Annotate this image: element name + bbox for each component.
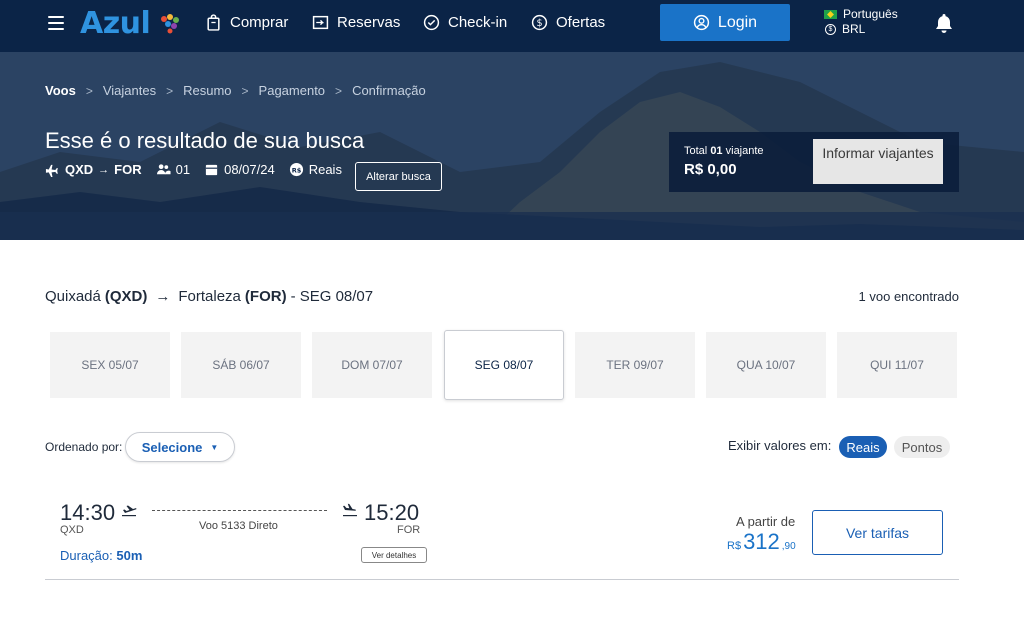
currency-label: BRL — [842, 22, 866, 36]
destination-city: Fortaleza — [178, 288, 241, 305]
total-value: R$ 0,00 — [684, 161, 737, 178]
destination-code: FOR — [114, 162, 142, 177]
airplane-icon — [45, 164, 58, 177]
price-prefix: A partir de — [736, 514, 796, 529]
destination-city-code: (FOR) — [244, 288, 287, 305]
alterar-busca-button[interactable]: Alterar busca — [355, 162, 442, 191]
departure-time: 14:30 — [60, 500, 116, 525]
plane-landing-icon — [343, 503, 357, 517]
currency-summary: R$ Reais — [289, 162, 342, 177]
nav-comprar-label: Comprar — [230, 14, 289, 31]
date-option[interactable]: SÁB 06/07 — [181, 332, 301, 398]
sort-value: Selecione — [141, 439, 203, 455]
shopping-bag-icon — [207, 14, 220, 31]
hero-banner: Voos > Viajantes > Resumo > Pagamento > … — [0, 52, 1024, 240]
results-date: - SEG 08/07 — [290, 288, 374, 305]
ticket-icon — [312, 15, 329, 30]
breadcrumb: Voos > Viajantes > Resumo > Pagamento > … — [45, 83, 426, 98]
date-option[interactable]: TER 09/07 — [575, 332, 695, 398]
login-label: Login — [717, 13, 758, 31]
check-circle-icon — [423, 14, 440, 31]
ver-tarifas-button[interactable]: Ver tarifas — [812, 510, 943, 555]
reais-coin-icon: R$ — [289, 162, 303, 177]
dollar-circle-icon: $ — [531, 14, 548, 31]
nav-checkin-label: Check-in — [448, 14, 508, 31]
total-travelers-label: Total 01 viajante — [684, 145, 764, 157]
currency-icon: $ — [825, 24, 836, 35]
notification-bell-icon[interactable] — [934, 12, 954, 34]
arrow-right-icon: → — [98, 163, 110, 176]
flight-price: R$ 312 ,90 — [727, 529, 796, 555]
breadcrumb-voos[interactable]: Voos — [45, 83, 76, 98]
toggle-reais[interactable]: Reais — [839, 436, 887, 458]
passengers-count: 01 — [175, 162, 191, 177]
chevron-right-icon: > — [166, 83, 174, 98]
origin-code: QXD — [65, 162, 94, 177]
date-option[interactable]: DOM 07/07 — [312, 332, 432, 398]
price-currency: R$ — [727, 540, 742, 552]
nav-ofertas-label: Ofertas — [556, 14, 606, 31]
breadcrumb-resumo: Resumo — [183, 83, 232, 98]
search-date: 08/07/24 — [224, 162, 275, 177]
informar-viajantes-button[interactable]: Informar viajantes — [813, 139, 943, 184]
search-currency: Reais — [308, 162, 342, 177]
plane-takeoff-icon — [122, 505, 137, 517]
date-option[interactable]: QUA 10/07 — [706, 332, 826, 398]
login-button[interactable]: Login — [660, 4, 790, 41]
chevron-right-icon: > — [85, 83, 93, 98]
brazil-flag-icon — [824, 10, 837, 19]
chevron-right-icon: > — [335, 83, 343, 98]
flight-route-line — [152, 510, 327, 511]
departure-code: QXD — [60, 524, 84, 536]
sort-dropdown[interactable]: Selecione ▼ — [125, 432, 235, 462]
breadcrumb-confirmacao: Confirmação — [352, 83, 426, 98]
brazil-map-logo-icon — [161, 14, 179, 34]
menu-icon[interactable] — [48, 16, 64, 30]
language-currency-selector[interactable]: Português $ BRL — [824, 7, 898, 37]
users-icon — [156, 164, 171, 175]
nav-checkin[interactable]: Check-in — [423, 14, 507, 31]
chevron-right-icon: > — [241, 83, 249, 98]
arrow-right-icon: → — [155, 288, 171, 305]
calendar-icon — [205, 164, 218, 176]
nav-reservas-label: Reservas — [337, 14, 401, 31]
top-navbar: Azul Comprar Reservas Check-in $ Ofertas… — [0, 0, 1024, 52]
total-summary-box: Total 01 viajante R$ 0,00 Informar viaja… — [669, 132, 959, 192]
nav-ofertas[interactable]: $ Ofertas — [531, 14, 605, 31]
svg-text:R$: R$ — [291, 166, 301, 174]
language-label: Português — [843, 7, 898, 21]
nav-comprar[interactable]: Comprar — [205, 14, 288, 31]
breadcrumb-pagamento: Pagamento — [258, 83, 326, 98]
caret-down-icon: ▼ — [210, 442, 219, 452]
toggle-pontos[interactable]: Pontos — [894, 436, 950, 458]
azul-logo[interactable]: Azul — [80, 6, 151, 41]
origin-city-code: (QXD) — [104, 288, 148, 305]
date-selector: SEX 05/07 SÁB 06/07 DOM 07/07 SEG 08/07 … — [50, 330, 957, 400]
breadcrumb-viajantes: Viajantes — [102, 83, 157, 98]
date-summary: 08/07/24 — [204, 162, 275, 177]
user-circle-icon — [693, 14, 710, 31]
search-summary: QXD → FOR 01 08/07/24 R$ Reais — [45, 162, 342, 177]
display-values-label: Exibir valores em: — [728, 438, 832, 453]
flight-duration: Duração: 50m — [60, 548, 143, 563]
flight-number: Voo 5133 Direto — [199, 520, 278, 532]
ver-detalhes-button[interactable]: Ver detalhes — [361, 547, 427, 563]
flight-result-row: 14:30 QXD Duração: 50m Voo 5133 Direto 1… — [45, 490, 959, 580]
arrival-code: FOR — [397, 524, 421, 536]
results-route-heading: Quixadá (QXD) → Fortaleza (FOR) - SEG 08… — [45, 288, 373, 305]
results-count: 1 voo encontrado — [858, 289, 959, 304]
page-title: Esse é o resultado de sua busca — [45, 128, 365, 153]
origin-city: Quixadá — [45, 288, 101, 305]
sort-label: Ordenado por: — [45, 440, 123, 454]
arrival-time: 15:20 — [364, 500, 420, 525]
price-integer: 312 — [743, 529, 780, 554]
passengers-summary: 01 — [156, 162, 190, 177]
svg-text:$: $ — [536, 18, 542, 29]
date-option-selected[interactable]: SEG 08/07 — [444, 330, 564, 400]
route-summary: QXD → FOR — [45, 162, 142, 177]
date-option[interactable]: SEX 05/07 — [50, 332, 170, 398]
nav-reservas[interactable]: Reservas — [312, 14, 400, 31]
price-decimals: ,90 — [781, 541, 796, 552]
date-option[interactable]: QUI 11/07 — [837, 332, 957, 398]
